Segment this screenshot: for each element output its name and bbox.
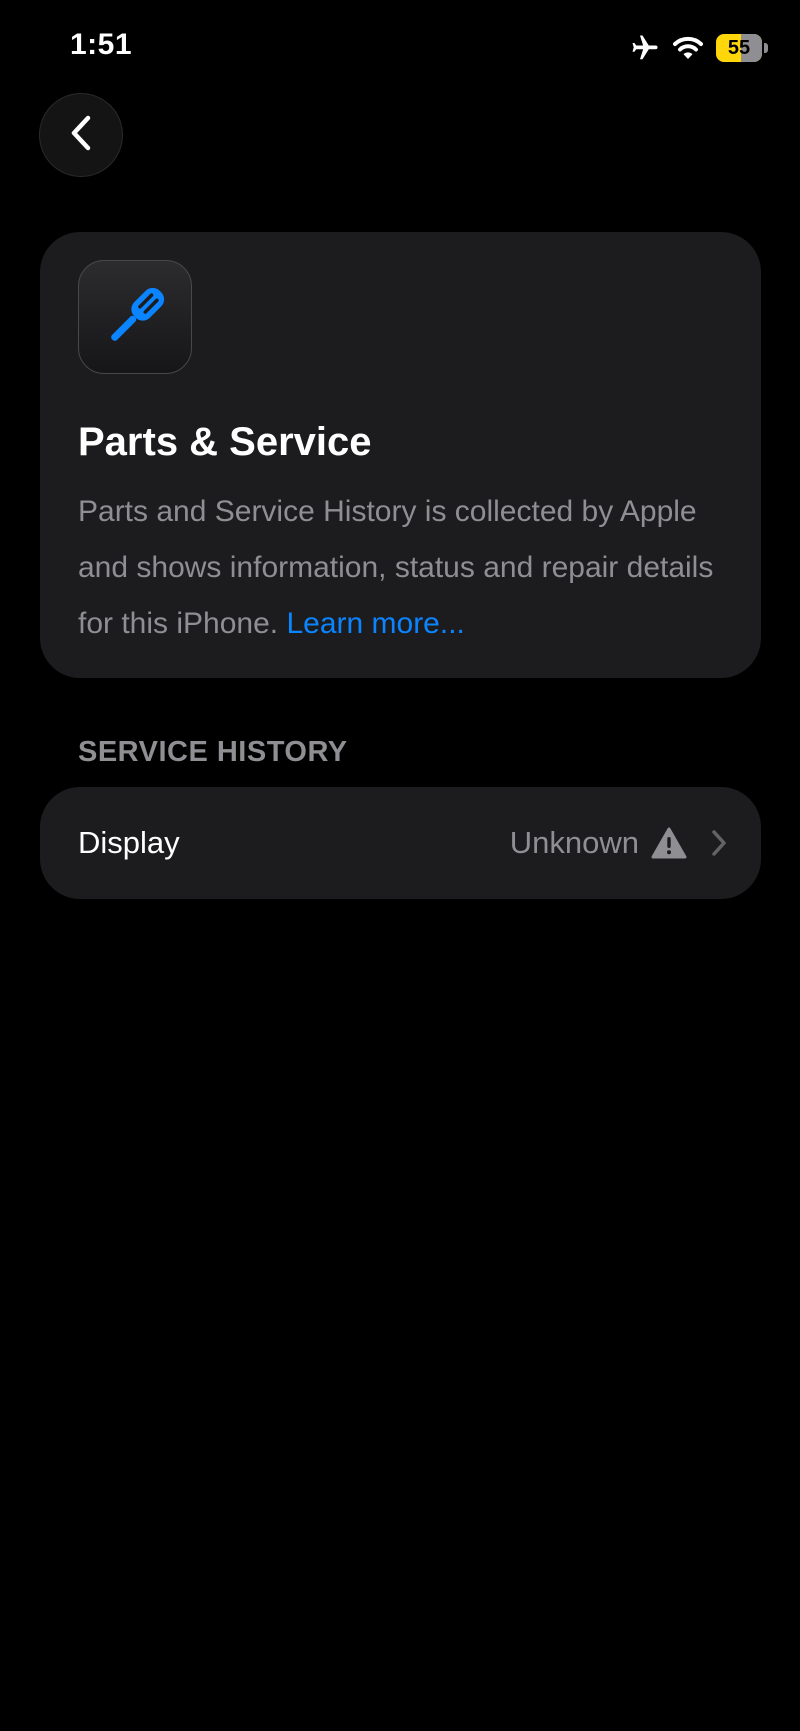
battery-icon: 55 <box>716 34 768 62</box>
back-button[interactable] <box>39 93 123 177</box>
battery-level: 55 <box>716 34 762 62</box>
chevron-right-icon <box>711 829 727 857</box>
screwdriver-icon <box>78 260 192 374</box>
status-bar: 1:51 55 <box>0 0 800 100</box>
airplane-icon <box>630 33 660 63</box>
warning-icon <box>651 827 687 859</box>
parts-service-info-card: Parts & Service Parts and Service Histor… <box>40 232 761 678</box>
learn-more-link[interactable]: Learn more... <box>286 607 464 640</box>
card-description: Parts and Service History is collected b… <box>78 484 718 652</box>
list-item-display[interactable]: Display Unknown <box>40 787 761 899</box>
status-time: 1:51 <box>70 28 133 61</box>
status-icons: 55 <box>630 32 768 64</box>
list-item-status: Unknown <box>509 825 639 860</box>
chevron-left-icon <box>66 113 96 158</box>
wifi-icon <box>672 35 704 61</box>
page-title: Parts & Service <box>78 420 372 464</box>
section-header-service-history: SERVICE HISTORY <box>78 736 348 768</box>
list-item-label: Display <box>78 825 180 860</box>
